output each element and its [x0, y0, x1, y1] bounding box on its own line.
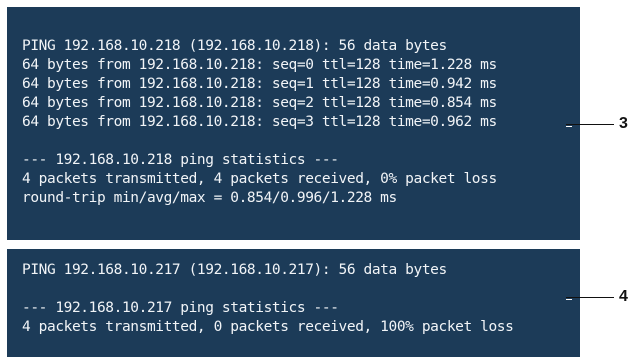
callout-number-3: 3 [619, 115, 628, 132]
callout-leader-tick [566, 126, 572, 127]
ping-reply-line: 64 bytes from 192.168.10.218: seq=2 ttl=… [22, 95, 497, 111]
ping-header-line: PING 192.168.10.217 (192.168.10.217): 56… [22, 262, 447, 278]
ping-statistics-header: --- 192.168.10.218 ping statistics --- [22, 152, 339, 168]
ping-statistics-header: --- 192.168.10.217 ping statistics --- [22, 300, 339, 316]
callout-leader-tick [566, 299, 572, 300]
ping-output-terminal-success: PING 192.168.10.218 (192.168.10.218): 56… [7, 7, 580, 240]
ping-reply-line: 64 bytes from 192.168.10.218: seq=1 ttl=… [22, 76, 497, 92]
packet-summary-line: 4 packets transmitted, 0 packets receive… [22, 319, 514, 335]
ping-reply-line: 64 bytes from 192.168.10.218: seq=3 ttl=… [22, 114, 497, 130]
ping-reply-line: 64 bytes from 192.168.10.218: seq=0 ttl=… [22, 57, 497, 73]
round-trip-line: round-trip min/avg/max = 0.854/0.996/1.2… [22, 190, 397, 206]
ping-header-line: PING 192.168.10.218 (192.168.10.218): 56… [22, 38, 447, 54]
callout-number-4: 4 [619, 288, 628, 305]
packet-summary-line: 4 packets transmitted, 4 packets receive… [22, 171, 497, 187]
callout-leader-line [566, 124, 614, 125]
ping-output-terminal-failure: PING 192.168.10.217 (192.168.10.217): 56… [7, 249, 580, 357]
callout-leader-line [566, 297, 614, 298]
